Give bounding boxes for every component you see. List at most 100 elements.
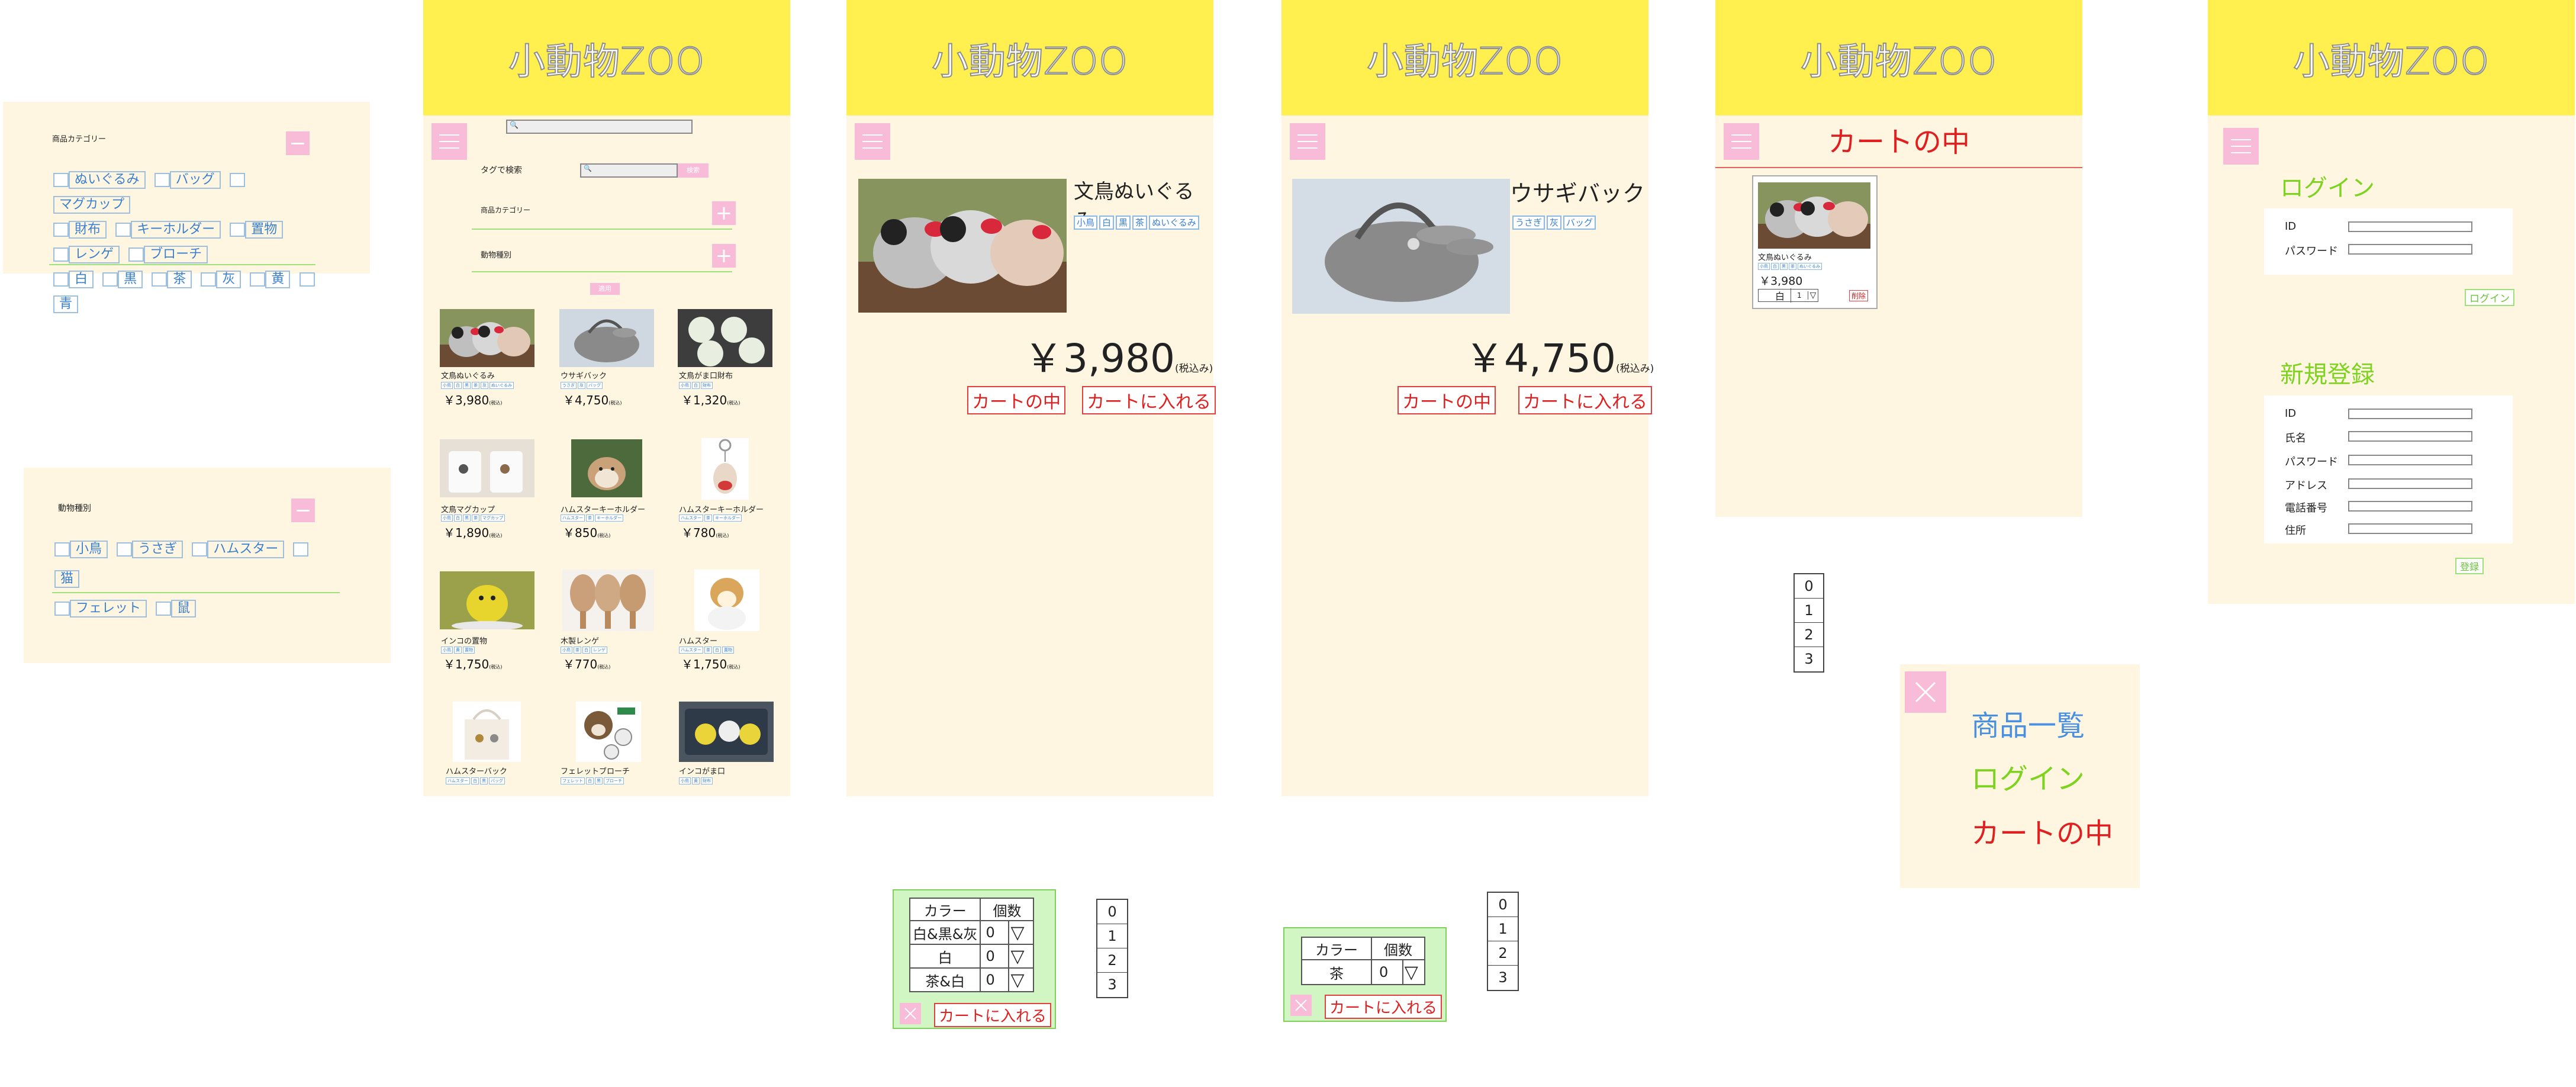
checkbox[interactable] bbox=[128, 247, 144, 262]
tag[interactable]: 黒 bbox=[463, 514, 471, 522]
tag[interactable]: 財布 bbox=[701, 382, 713, 389]
quantity-option[interactable]: 2 bbox=[1097, 948, 1127, 973]
product-image[interactable] bbox=[559, 309, 654, 367]
animal-option[interactable]: 鼠 bbox=[171, 599, 197, 618]
quantity-option[interactable]: 3 bbox=[1097, 973, 1127, 997]
tag[interactable]: 小鳥 bbox=[679, 777, 691, 784]
tag[interactable]: 白 bbox=[692, 382, 700, 389]
menu-item-cart[interactable]: カートの中 bbox=[1971, 810, 2113, 851]
tag[interactable]: 白 bbox=[586, 777, 594, 784]
tag[interactable]: 茶 bbox=[1789, 263, 1796, 270]
tag[interactable]: ブローチ bbox=[604, 777, 624, 784]
product-image[interactable] bbox=[679, 702, 774, 762]
delete-button[interactable]: 削除 bbox=[1849, 290, 1869, 301]
tag[interactable]: 黒 bbox=[480, 777, 488, 784]
collapse-button[interactable] bbox=[286, 131, 310, 155]
product-image[interactable] bbox=[571, 439, 642, 497]
tag[interactable]: マグカップ bbox=[481, 514, 505, 522]
product-image[interactable] bbox=[440, 571, 534, 629]
tag[interactable]: 茶 bbox=[704, 647, 712, 654]
tag[interactable]: 黒 bbox=[1780, 263, 1788, 270]
category-option[interactable]: ブローチ bbox=[144, 245, 208, 263]
checkbox[interactable] bbox=[156, 601, 172, 616]
tag[interactable]: 白 bbox=[454, 514, 462, 522]
checkbox[interactable] bbox=[102, 272, 118, 287]
product-name[interactable]: 文鳥マグカップ bbox=[441, 503, 495, 514]
residence-field[interactable] bbox=[2348, 523, 2472, 534]
category-option[interactable]: レンゲ bbox=[69, 245, 120, 263]
tag[interactable]: 茶 bbox=[704, 514, 712, 522]
product-image[interactable] bbox=[701, 438, 749, 500]
quantity-cell[interactable]: 0 bbox=[1371, 959, 1403, 985]
tag[interactable]: 黄 bbox=[454, 647, 462, 654]
dropdown-triangle-icon[interactable]: ▽ bbox=[1402, 959, 1426, 985]
tag[interactable]: 灰 bbox=[481, 382, 488, 389]
product-image[interactable] bbox=[453, 702, 521, 762]
quantity-option[interactable]: 2 bbox=[1488, 941, 1518, 966]
phone-field[interactable] bbox=[2348, 501, 2472, 512]
tag[interactable]: バッグ bbox=[587, 382, 603, 389]
tag[interactable]: 黄 bbox=[692, 777, 700, 784]
quantity-cell[interactable]: 0 bbox=[980, 967, 1010, 992]
tag[interactable]: キーホルダー bbox=[713, 514, 742, 522]
tag[interactable]: ぬいぐるみ bbox=[1149, 216, 1199, 230]
dropdown-triangle-icon[interactable]: ▽ bbox=[1808, 291, 1818, 300]
tag[interactable]: ぬいぐるみ bbox=[490, 382, 514, 389]
tag[interactable]: 茶 bbox=[472, 382, 479, 389]
tag[interactable]: 白 bbox=[1099, 216, 1115, 230]
quantity-option[interactable]: 0 bbox=[1488, 893, 1518, 917]
apply-filter-button[interactable]: 適用 bbox=[590, 283, 620, 295]
add-to-cart-button[interactable]: カートに入れる bbox=[1325, 995, 1442, 1019]
tag[interactable]: 黒 bbox=[463, 382, 471, 389]
animal-option[interactable]: うさぎ bbox=[132, 540, 183, 558]
add-to-cart-button[interactable]: カートに入れる bbox=[1082, 386, 1216, 414]
product-name[interactable]: 文鳥がま口財布 bbox=[679, 369, 733, 381]
name-field[interactable] bbox=[2348, 431, 2472, 442]
expand-animal-button[interactable]: + bbox=[712, 244, 736, 268]
animal-option[interactable]: 小鳥 bbox=[70, 540, 108, 558]
register-button[interactable]: 登録 bbox=[2455, 558, 2484, 574]
password-field[interactable] bbox=[2348, 244, 2472, 255]
menu-item-product-list[interactable]: 商品一覧 bbox=[1971, 702, 2085, 744]
tag[interactable]: 黒 bbox=[1116, 216, 1131, 230]
checkbox[interactable] bbox=[250, 272, 266, 287]
tag[interactable]: 白 bbox=[713, 647, 721, 654]
close-icon[interactable] bbox=[1905, 671, 1946, 713]
product-image[interactable] bbox=[440, 309, 534, 367]
search-button[interactable]: 検索 bbox=[678, 163, 709, 178]
quantity-option[interactable]: 3 bbox=[1488, 966, 1518, 990]
checkbox[interactable] bbox=[230, 222, 246, 237]
quantity-option[interactable]: 1 bbox=[1097, 924, 1127, 948]
checkbox[interactable] bbox=[117, 542, 133, 557]
quantity-option[interactable]: 2 bbox=[1795, 623, 1823, 647]
animal-option[interactable]: 猫 bbox=[54, 570, 80, 588]
tag[interactable]: 小鳥 bbox=[441, 382, 453, 389]
checkbox[interactable] bbox=[53, 272, 69, 287]
view-cart-button[interactable]: カートの中 bbox=[967, 386, 1065, 414]
tag[interactable]: ぬいぐるみ bbox=[1798, 263, 1822, 270]
tag[interactable]: 灰 bbox=[578, 382, 585, 389]
checkbox[interactable] bbox=[54, 542, 70, 557]
product-name[interactable]: インコがま口 bbox=[679, 765, 725, 776]
quantity-option[interactable]: 3 bbox=[1795, 647, 1823, 671]
tag[interactable]: 白 bbox=[1771, 263, 1779, 270]
product-name[interactable]: 木製レンゲ bbox=[561, 635, 599, 646]
category-option[interactable]: ぬいぐるみ bbox=[69, 171, 146, 189]
tag[interactable]: 茶 bbox=[1132, 216, 1148, 230]
tag[interactable]: ハムスター bbox=[446, 777, 470, 784]
tag[interactable]: 小鳥 bbox=[441, 514, 453, 522]
tag[interactable]: ハムスター bbox=[561, 514, 585, 522]
color-option[interactable]: 茶 bbox=[167, 270, 192, 288]
checkbox[interactable] bbox=[201, 272, 217, 287]
product-image[interactable] bbox=[694, 570, 759, 631]
hamburger-menu-icon[interactable] bbox=[2223, 128, 2259, 165]
category-option[interactable]: 置物 bbox=[245, 220, 284, 239]
hamburger-menu-icon[interactable] bbox=[1290, 123, 1325, 160]
tag[interactable]: 小鳥 bbox=[1074, 216, 1098, 230]
register-password-field[interactable] bbox=[2348, 455, 2472, 465]
dropdown-triangle-icon[interactable]: ▽ bbox=[1008, 967, 1035, 992]
color-option[interactable]: 黒 bbox=[118, 270, 143, 288]
add-to-cart-button[interactable]: カートに入れる bbox=[1518, 386, 1652, 414]
hamburger-menu-icon[interactable] bbox=[855, 123, 890, 160]
quantity-option[interactable]: 0 bbox=[1795, 574, 1823, 599]
